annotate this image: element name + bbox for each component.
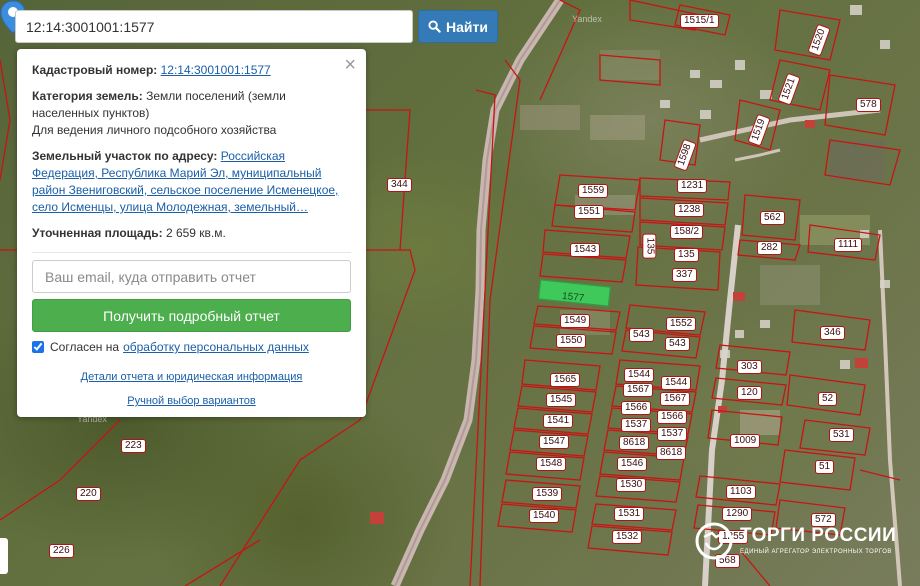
- logo-title: ТОРГИ РОССИИ: [740, 525, 897, 546]
- plot-label[interactable]: 1539: [532, 487, 563, 501]
- personal-data-link[interactable]: обработку персональных данных: [123, 340, 309, 354]
- search-icon: [428, 20, 441, 33]
- plot-label[interactable]: 1552: [666, 317, 697, 331]
- get-report-button[interactable]: Получить подробный отчет: [32, 299, 351, 332]
- plot-label[interactable]: 543: [665, 337, 690, 351]
- logo-text: ТОРГИ РОССИИ ЕДИНЫЙ АГРЕГАТОР ЭЛЕКТРОННЫ…: [740, 526, 896, 556]
- search-button-label: Найти: [446, 18, 488, 35]
- plot-label[interactable]: 135: [674, 248, 699, 262]
- plot-label[interactable]: 1551: [574, 205, 605, 219]
- plot-label[interactable]: 1565: [550, 373, 581, 387]
- plot-label[interactable]: 1549: [560, 314, 591, 328]
- cadastral-number-row: Кадастровый номер: 12:14:3001001:1577: [32, 62, 351, 79]
- plot-label[interactable]: 135: [642, 233, 657, 259]
- plot-label[interactable]: 1541: [543, 414, 574, 428]
- plot-label[interactable]: 303: [737, 360, 762, 374]
- plot-label[interactable]: 1530: [616, 478, 647, 492]
- plot-label[interactable]: 1544: [661, 376, 692, 390]
- plot-info-popup: × Кадастровый номер: 12:14:3001001:1577 …: [17, 49, 366, 417]
- land-category-row: Категория земель: Земли поселений (земли…: [32, 88, 351, 139]
- roads: [390, 0, 902, 586]
- plot-label[interactable]: 220: [76, 487, 101, 501]
- plot-label[interactable]: 1543: [570, 243, 601, 257]
- plot-label[interactable]: 8618: [656, 446, 687, 460]
- plot-label[interactable]: 1566: [621, 401, 652, 415]
- email-input[interactable]: [32, 260, 351, 293]
- consent-text: Согласен на: [50, 340, 120, 354]
- plot-label[interactable]: 1546: [617, 457, 648, 471]
- plot-label[interactable]: 344: [387, 178, 412, 192]
- cadastral-number-link[interactable]: 12:14:3001001:1577: [161, 63, 271, 77]
- logo-subtitle: ЕДИНЫЙ АГРЕГАТОР ЭЛЕКТРОННЫХ ТОРГОВ: [740, 549, 892, 555]
- plot-label[interactable]: 562: [760, 211, 785, 225]
- plot-label[interactable]: 1009: [730, 434, 761, 448]
- plot-label[interactable]: 1537: [621, 418, 652, 432]
- plot-label[interactable]: 531: [829, 428, 854, 442]
- area-row: Уточненная площадь: 2 659 кв.м.: [32, 225, 351, 242]
- search-button[interactable]: Найти: [418, 10, 498, 43]
- plot-label[interactable]: 1544: [624, 368, 655, 382]
- plot-label[interactable]: 52: [818, 392, 838, 406]
- plot-label[interactable]: 337: [672, 268, 697, 282]
- plot-label[interactable]: 120: [737, 386, 762, 400]
- plot-label[interactable]: 1550: [556, 334, 587, 348]
- plot-label[interactable]: 578: [856, 98, 881, 112]
- cadastral-number-label: Кадастровый номер:: [32, 63, 158, 77]
- details-link-row: Детали отчета и юридическая информация: [32, 371, 351, 383]
- manual-link-row: Ручной выбор вариантов: [32, 395, 351, 407]
- plot-label[interactable]: 1547: [539, 435, 570, 449]
- plot-label[interactable]: 1537: [657, 427, 688, 441]
- plot-label[interactable]: 1540: [529, 509, 560, 523]
- popup-divider: [32, 252, 351, 253]
- plot-label[interactable]: 158/2: [670, 225, 704, 239]
- plot-label[interactable]: 1548: [536, 457, 567, 471]
- area-label: Уточненная площадь:: [32, 226, 163, 240]
- plot-label[interactable]: 1566: [657, 410, 688, 424]
- plot-label[interactable]: 1532: [612, 530, 643, 544]
- map-edge-control[interactable]: [0, 538, 8, 574]
- logo-mark-icon: [695, 522, 733, 560]
- plot-label[interactable]: 1531: [614, 507, 645, 521]
- plot-label[interactable]: 8618: [619, 436, 650, 450]
- plot-label[interactable]: 1567: [660, 392, 691, 406]
- plot-label[interactable]: 226: [49, 544, 74, 558]
- plot-label[interactable]: 51: [815, 460, 835, 474]
- close-icon[interactable]: ×: [344, 55, 356, 75]
- area-value: 2 659 кв.м.: [165, 226, 226, 240]
- plot-label[interactable]: 543: [629, 328, 654, 342]
- yandex-watermark: Yandex: [572, 14, 602, 24]
- plot-label[interactable]: 1238: [674, 203, 705, 217]
- plot-label[interactable]: 1231: [677, 179, 708, 193]
- plot-label[interactable]: 282: [757, 241, 782, 255]
- consent-checkbox[interactable]: [32, 341, 44, 353]
- report-details-link[interactable]: Детали отчета и юридическая информация: [81, 371, 303, 383]
- selected-plot-label: 1577: [561, 290, 585, 305]
- consent-row: Согласен на обработку персональных данны…: [32, 340, 351, 354]
- address-row: Земельный участок по адресу: Российская …: [32, 148, 351, 216]
- cadastral-search-input[interactable]: [15, 10, 413, 43]
- plot-label[interactable]: 1111: [834, 238, 863, 252]
- plot-label[interactable]: 1559: [578, 184, 609, 198]
- plot-label[interactable]: 223: [121, 439, 146, 453]
- plot-label[interactable]: 346: [820, 326, 845, 340]
- land-category-label: Категория земель:: [32, 89, 143, 103]
- plot-label[interactable]: 1545: [546, 393, 577, 407]
- land-use-value: Для ведения личного подсобного хозяйства: [32, 123, 277, 137]
- torgi-rossii-logo: ТОРГИ РОССИИ ЕДИНЫЙ АГРЕГАТОР ЭЛЕКТРОННЫ…: [694, 516, 900, 566]
- plot-label[interactable]: 1515/1: [680, 14, 719, 28]
- address-label: Земельный участок по адресу:: [32, 149, 218, 163]
- manual-selection-link[interactable]: Ручной выбор вариантов: [127, 395, 255, 407]
- plot-label[interactable]: 1103: [726, 485, 756, 499]
- plot-label[interactable]: 1567: [623, 383, 654, 397]
